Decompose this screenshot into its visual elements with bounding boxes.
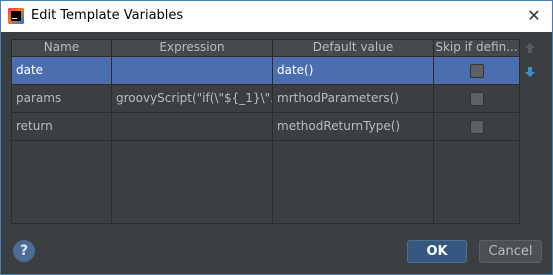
intellij-logo-icon [8, 8, 24, 24]
variables-table: Name Expression Default value Skip if de… [11, 39, 520, 224]
cell-name[interactable]: return [12, 113, 111, 140]
column-header-skip-if-defined[interactable]: Skip if defin... [434, 40, 519, 56]
table-row[interactable]: return methodReturnType() [12, 113, 519, 141]
cell-default-value[interactable]: date() [273, 57, 433, 84]
column-header-expression[interactable]: Expression [112, 40, 272, 56]
cell-default-value[interactable]: mrthodParameters() [273, 85, 433, 112]
table-row[interactable]: params groovyScript("if(\"${_1}\"... mrt… [12, 85, 519, 113]
close-icon[interactable]: ✕ [523, 5, 545, 27]
cell-expression[interactable] [112, 57, 272, 84]
arrow-down-icon[interactable] [523, 65, 537, 79]
ok-button[interactable]: OK [407, 240, 467, 263]
cell-expression[interactable]: groovyScript("if(\"${_1}\"... [112, 85, 272, 112]
skip-if-defined-checkbox[interactable] [470, 120, 484, 134]
column-header-default-value[interactable]: Default value [273, 40, 433, 56]
column-divider [433, 40, 434, 223]
table-header: Name Expression Default value Skip if de… [12, 40, 519, 57]
skip-if-defined-checkbox[interactable] [470, 64, 484, 78]
skip-if-defined-checkbox[interactable] [470, 92, 484, 106]
cell-expression[interactable] [112, 113, 272, 140]
dialog-title: Edit Template Variables [31, 8, 184, 23]
column-divider [111, 40, 112, 223]
cancel-button[interactable]: Cancel [479, 240, 542, 263]
cell-default-value[interactable]: methodReturnType() [273, 113, 433, 140]
title-bar: Edit Template Variables ✕ [1, 1, 552, 32]
help-button[interactable]: ? [13, 240, 35, 262]
column-divider [272, 40, 273, 223]
dialog-window: Edit Template Variables ✕ Name Expressio… [0, 0, 553, 275]
table-row[interactable]: date date() [12, 57, 519, 85]
cell-name[interactable]: date [12, 57, 111, 84]
column-header-name[interactable]: Name [12, 40, 111, 56]
cell-name[interactable]: params [12, 85, 111, 112]
arrow-up-icon[interactable] [523, 41, 537, 55]
